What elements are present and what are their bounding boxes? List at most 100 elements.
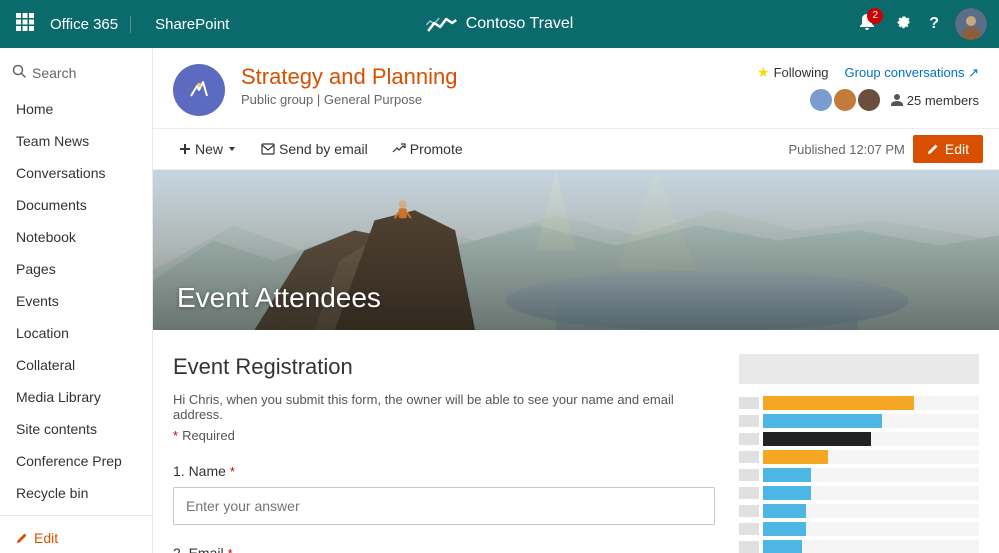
chart-bar-wrap-2 xyxy=(763,414,979,428)
sidebar-item-location[interactable]: Location xyxy=(0,317,152,349)
sidebar: Search Home Team News Conversations Docu… xyxy=(0,48,153,553)
main-content: Strategy and Planning Public group | Gen… xyxy=(153,48,999,553)
sidebar-item-conversations[interactable]: Conversations xyxy=(0,157,152,189)
hero-image: Event Attendees xyxy=(153,170,999,330)
email-label-text: 2. Email xyxy=(173,545,224,553)
new-button[interactable]: New xyxy=(169,135,247,163)
chart-bar-wrap-4 xyxy=(763,450,979,464)
chart-label-4 xyxy=(739,451,759,463)
sidebar-item-notebook[interactable]: Notebook xyxy=(0,221,152,253)
action-bar: New Send by email Promote Published 12:0… xyxy=(153,129,999,170)
chart-row-8 xyxy=(739,522,979,536)
sidebar-item-conference-prep[interactable]: Conference Prep xyxy=(0,445,152,477)
chart-row-2 xyxy=(739,414,979,428)
chart-bar-wrap-8 xyxy=(763,522,979,536)
main-layout: Search Home Team News Conversations Docu… xyxy=(0,48,999,553)
topbar-right: 2 ? xyxy=(857,8,987,40)
chart-label-2 xyxy=(739,415,759,427)
chart-header-placeholder xyxy=(739,354,979,384)
sidebar-nav: Home Team News Conversations Documents N… xyxy=(0,93,152,509)
promote-button[interactable]: Promote xyxy=(382,135,473,163)
sidebar-item-pages[interactable]: Pages xyxy=(0,253,152,285)
waffle-icon[interactable] xyxy=(12,9,38,40)
chart-bar-wrap-7 xyxy=(763,504,979,518)
sidebar-item-events[interactable]: Events xyxy=(0,285,152,317)
chart-label-6 xyxy=(739,487,759,499)
members-row: 25 members xyxy=(808,87,979,113)
email-field-label: 2. Email * xyxy=(173,545,715,553)
chart-row-1 xyxy=(739,396,979,410)
member-avatar-1 xyxy=(808,87,834,113)
required-star: * xyxy=(173,428,178,443)
sidebar-item-documents[interactable]: Documents xyxy=(0,189,152,221)
group-conversations-link[interactable]: Group conversations ↗ xyxy=(845,65,979,81)
group-meta: ★ Following Group conversations ↗ 25 mem… xyxy=(757,64,979,113)
chart-bar-7 xyxy=(763,504,806,518)
chart-section xyxy=(739,354,979,553)
edit-button-sidebar[interactable]: Edit xyxy=(0,522,152,553)
help-button[interactable]: ? xyxy=(929,15,939,33)
group-info: Strategy and Planning Public group | Gen… xyxy=(241,64,741,107)
topbar: Office 365 SharePoint Contoso Travel 2 ? xyxy=(0,0,999,48)
send-by-email-label: Send by email xyxy=(279,141,368,157)
form-section: Event Registration Hi Chris, when you su… xyxy=(173,354,739,553)
chart-bar-4 xyxy=(763,450,828,464)
new-label: New xyxy=(195,141,223,157)
chart-bars xyxy=(739,396,979,553)
name-field-label: 1. Name * xyxy=(173,463,715,479)
send-by-email-button[interactable]: Send by email xyxy=(251,135,378,163)
name-input[interactable] xyxy=(173,487,715,525)
members-count: 25 members xyxy=(890,93,979,108)
sidebar-item-home[interactable]: Home xyxy=(0,93,152,125)
user-avatar[interactable] xyxy=(955,8,987,40)
office365-label[interactable]: Office 365 xyxy=(50,16,131,33)
edit-button[interactable]: Edit xyxy=(913,135,983,163)
name-field-group: 1. Name * xyxy=(173,463,715,525)
chart-bar-wrap-5 xyxy=(763,468,979,482)
search-label: Search xyxy=(32,65,76,81)
site-title: Contoso Travel xyxy=(426,13,574,35)
hero-title: Event Attendees xyxy=(177,282,381,314)
sharepoint-label[interactable]: SharePoint xyxy=(143,16,229,33)
sidebar-item-site-contents[interactable]: Site contents xyxy=(0,413,152,445)
settings-button[interactable] xyxy=(893,12,913,37)
members-count-text: 25 members xyxy=(907,93,979,108)
site-logo-icon xyxy=(426,13,458,35)
following-label: Following xyxy=(774,65,829,80)
chart-row-7 xyxy=(739,504,979,518)
chart-label-9 xyxy=(739,541,759,553)
group-header: Strategy and Planning Public group | Gen… xyxy=(153,48,999,129)
chart-bar-wrap-3 xyxy=(763,432,979,446)
sidebar-item-team-news[interactable]: Team News xyxy=(0,125,152,157)
sidebar-item-collateral[interactable]: Collateral xyxy=(0,349,152,381)
notification-button[interactable]: 2 xyxy=(857,12,877,37)
search-button[interactable]: Search xyxy=(0,56,152,89)
group-subtitle: Public group | General Purpose xyxy=(241,92,741,107)
star-icon: ★ xyxy=(757,64,770,81)
following-button[interactable]: ★ Following xyxy=(757,64,828,81)
promote-label: Promote xyxy=(410,141,463,157)
sidebar-divider xyxy=(0,515,152,516)
form-title: Event Registration xyxy=(173,354,715,380)
chart-row-5 xyxy=(739,468,979,482)
chart-bar-6 xyxy=(763,486,811,500)
notification-count: 2 xyxy=(867,8,883,24)
chart-bar-wrap-9 xyxy=(763,540,979,553)
form-required-note: * Required xyxy=(173,428,715,443)
sidebar-item-recycle-bin[interactable]: Recycle bin xyxy=(0,477,152,509)
member-avatar-3 xyxy=(856,87,882,113)
site-name[interactable]: Contoso Travel xyxy=(466,15,574,33)
sidebar-item-media-library[interactable]: Media Library xyxy=(0,381,152,413)
name-required-star: * xyxy=(230,464,235,479)
published-status: Published 12:07 PM xyxy=(789,142,905,157)
chart-label-8 xyxy=(739,523,759,535)
email-required-star: * xyxy=(228,546,233,553)
action-bar-right: Published 12:07 PM Edit xyxy=(789,135,983,163)
chart-label-5 xyxy=(739,469,759,481)
chart-bar-1 xyxy=(763,396,914,410)
chart-label-3 xyxy=(739,433,759,445)
chart-bar-wrap-1 xyxy=(763,396,979,410)
search-icon xyxy=(12,64,26,81)
edit-label: Edit xyxy=(34,530,58,546)
content-area: Event Registration Hi Chris, when you su… xyxy=(153,330,999,553)
